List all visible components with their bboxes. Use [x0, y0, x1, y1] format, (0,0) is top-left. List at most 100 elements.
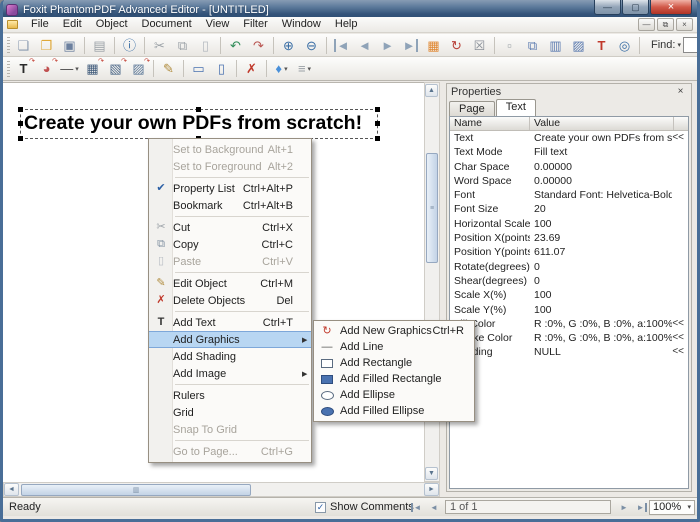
- insert-image-button[interactable]: ▨: [568, 36, 589, 55]
- property-row-char-space[interactable]: Char Space0.00000: [450, 160, 688, 174]
- add-text-tool[interactable]: T↷: [13, 59, 34, 78]
- column-header-value[interactable]: Value: [530, 117, 674, 130]
- chevron-down-icon[interactable]: ▾: [308, 65, 312, 73]
- chevron-down-icon[interactable]: ▾: [284, 65, 288, 73]
- find-dropdown-caret-icon[interactable]: ▾: [677, 41, 681, 49]
- align-tool[interactable]: ≡▾: [294, 59, 315, 78]
- snapshot-button[interactable]: ▫: [499, 36, 520, 55]
- undo-button[interactable]: ↶: [225, 36, 246, 55]
- redo-button[interactable]: ↷: [248, 36, 269, 55]
- copy-button[interactable]: ⧉: [172, 36, 193, 55]
- submenu-item-add-rectangle[interactable]: Add Rectangle: [314, 355, 474, 371]
- zoom-in-button[interactable]: ⊕: [278, 36, 299, 55]
- property-row-word-space[interactable]: Word Space0.00000: [450, 174, 688, 188]
- submenu-item-add-ellipse[interactable]: Add Ellipse: [314, 387, 474, 403]
- pan-tool-button[interactable]: ◎: [614, 36, 635, 55]
- expand-value-button[interactable]: <<: [672, 131, 688, 145]
- menu-view[interactable]: View: [199, 17, 237, 32]
- rotate-page-button[interactable]: ↻: [446, 36, 467, 55]
- context-item-rulers[interactable]: Rulers: [149, 387, 311, 404]
- vertical-scroll-thumb[interactable]: ≡: [426, 153, 438, 263]
- last-page-button[interactable]: ►: [400, 36, 421, 55]
- menu-document[interactable]: Document: [135, 17, 199, 32]
- maximize-button[interactable]: ▢: [622, 0, 649, 15]
- context-item-cut[interactable]: ✂CutCtrl+X: [149, 219, 311, 236]
- delete-objects-tool[interactable]: ✗: [241, 59, 262, 78]
- selection-handle[interactable]: [18, 136, 23, 141]
- column-header-name[interactable]: Name: [450, 117, 530, 130]
- add-image-tool[interactable]: ▦↷: [82, 59, 103, 78]
- close-icon[interactable]: ×: [674, 86, 687, 98]
- scroll-down-icon[interactable]: ▼: [425, 467, 438, 480]
- menu-object[interactable]: Object: [89, 17, 135, 32]
- show-comments-checkbox[interactable]: ✓: [315, 502, 326, 513]
- submenu-item-add-filled-rectangle[interactable]: Add Filled Rectangle: [314, 371, 474, 387]
- menu-edit[interactable]: Edit: [56, 17, 89, 32]
- previous-page-nav-button[interactable]: ◄: [426, 501, 442, 514]
- mdi-minimize-button[interactable]: —: [638, 18, 655, 31]
- property-row-text-mode[interactable]: Text ModeFill text: [450, 145, 688, 159]
- selection-handle[interactable]: [196, 107, 201, 112]
- horizontal-scrollbar[interactable]: ◄ ▥ ►: [3, 482, 440, 497]
- context-item-add-image[interactable]: Add Image▶: [149, 365, 311, 382]
- context-item-add-shading[interactable]: Add Shading: [149, 348, 311, 365]
- edit-image-tool[interactable]: ▧↷: [105, 59, 126, 78]
- document-info-button[interactable]: ⓘ: [119, 36, 140, 55]
- expand-value-button[interactable]: <<: [672, 331, 688, 345]
- edit-object-tool[interactable]: ✎: [158, 59, 179, 78]
- color-tool[interactable]: ♦▾: [271, 59, 292, 78]
- context-item-edit-object[interactable]: ✎Edit ObjectCtrl+M: [149, 275, 311, 292]
- zoom-level-select[interactable]: 100% ▾: [649, 500, 695, 515]
- mdi-restore-button[interactable]: ⧉: [657, 18, 674, 31]
- print-button[interactable]: ▤: [89, 36, 110, 55]
- document-text-object[interactable]: Create your own PDFs from scratch!: [24, 112, 362, 135]
- select-area-tool[interactable]: ▯: [211, 59, 232, 78]
- submenu-item-add-new-graphics[interactable]: ↻Add New GraphicsCtrl+R: [314, 323, 474, 339]
- submenu-item-add-filled-ellipse[interactable]: Add Filled Ellipse: [314, 403, 474, 419]
- scroll-up-icon[interactable]: ▲: [425, 84, 438, 97]
- tab-page[interactable]: Page: [449, 101, 495, 116]
- expand-value-button[interactable]: <<: [672, 345, 688, 359]
- property-row-scale-x[interactable]: Scale X(%)100: [450, 288, 688, 302]
- property-row-horizontal-scale[interactable]: Horizontal Scale(%)100: [450, 217, 688, 231]
- tab-text[interactable]: Text: [496, 99, 536, 116]
- menu-window[interactable]: Window: [275, 17, 328, 32]
- page-indicator-field[interactable]: 1 of 1: [445, 500, 611, 514]
- context-item-copy[interactable]: ⧉CopyCtrl+C: [149, 236, 311, 253]
- next-page-button[interactable]: ►: [377, 36, 398, 55]
- submenu-item-add-line[interactable]: —Add Line: [314, 339, 474, 355]
- scroll-right-icon[interactable]: ►: [424, 483, 439, 496]
- paste-button[interactable]: ▯: [195, 36, 216, 55]
- select-object-tool[interactable]: ▭: [188, 59, 209, 78]
- toolbar-grip[interactable]: [7, 61, 10, 77]
- vertical-scrollbar[interactable]: ▲ ≡ ▼: [424, 82, 440, 482]
- minimize-button[interactable]: —: [594, 0, 621, 15]
- first-page-button[interactable]: ◄: [331, 36, 352, 55]
- text-page-button[interactable]: T: [591, 36, 612, 55]
- context-item-delete-objects[interactable]: ✗Delete ObjectsDel: [149, 292, 311, 309]
- image-document-tool[interactable]: ▨↷: [128, 59, 149, 78]
- page-layout-button[interactable]: ▥: [545, 36, 566, 55]
- horizontal-scroll-thumb[interactable]: ▥: [21, 484, 251, 496]
- property-row-shading[interactable]: ShadingNULL<<: [450, 345, 688, 359]
- menu-filter[interactable]: Filter: [236, 17, 274, 32]
- mdi-close-button[interactable]: ×: [676, 18, 693, 31]
- find-input[interactable]: [683, 37, 700, 53]
- select-text-button[interactable]: ⧉: [522, 36, 543, 55]
- selection-handle[interactable]: [18, 121, 23, 126]
- cut-button[interactable]: ✂: [149, 36, 170, 55]
- new-document-button[interactable]: ❏: [13, 36, 34, 55]
- context-item-add-graphics[interactable]: Add Graphics▶: [149, 331, 311, 348]
- add-line-tool[interactable]: —▾: [59, 59, 80, 78]
- next-page-nav-button[interactable]: ►: [616, 501, 632, 514]
- chevron-down-icon[interactable]: ▾: [75, 65, 79, 73]
- page-thumbnails-button[interactable]: ▦: [423, 36, 444, 55]
- property-row-rotate-degrees[interactable]: Rotate(degrees)0: [450, 260, 688, 274]
- property-row-fill-color[interactable]: Fill ColorR :0%, G :0%, B :0%, a:100%<<: [450, 317, 688, 331]
- menu-help[interactable]: Help: [328, 17, 365, 32]
- add-graphics-tool[interactable]: ◕↷: [36, 59, 57, 78]
- selection-handle[interactable]: [375, 136, 380, 141]
- property-row-text[interactable]: TextCreate your own PDFs from scra<<: [450, 131, 688, 145]
- selection-handle[interactable]: [375, 121, 380, 126]
- toolbar-grip[interactable]: [7, 37, 10, 53]
